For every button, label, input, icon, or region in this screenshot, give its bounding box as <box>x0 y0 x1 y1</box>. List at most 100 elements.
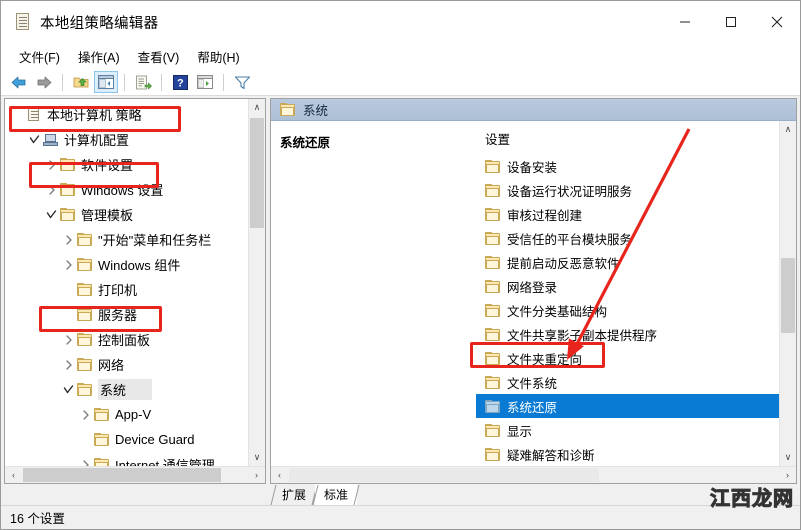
tree-item-windows-components[interactable]: Windows 组件 <box>5 252 248 277</box>
chevron-down-icon[interactable] <box>60 377 77 402</box>
chevron-right-icon[interactable] <box>43 152 60 177</box>
show-hide-tree-button[interactable] <box>94 71 118 93</box>
chevron-right-icon[interactable] <box>77 402 94 427</box>
list-item-display[interactable]: 显示 <box>476 418 779 442</box>
menu-file[interactable]: 文件(F) <box>10 45 69 68</box>
list-item-file-share-shadow-copy[interactable]: 文件共享影子副本提供程序 <box>476 322 779 346</box>
tree-item-printers[interactable]: 打印机 <box>5 277 248 302</box>
tree-hscroll-track[interactable] <box>22 467 248 483</box>
toolbar: ? <box>1 69 800 96</box>
list-item-label: 设备安装 <box>507 160 558 175</box>
tree-item-internet-communication-management[interactable]: Internet 通信管理 <box>5 452 248 466</box>
list-scroll-down-arrow[interactable]: ∨ <box>780 449 796 466</box>
tree-item-start-menu-taskbar[interactable]: "开始"菜单和任务栏 <box>5 227 248 252</box>
list-item-folder-redirection[interactable]: 文件夹重定向 <box>476 346 779 370</box>
menu-bar: 文件(F) 操作(A) 查看(V) 帮助(H) <box>1 43 800 69</box>
list-item-trusted-platform-module[interactable]: 受信任的平台模块服务 <box>476 226 779 250</box>
back-button[interactable] <box>7 71 31 93</box>
list-scroll-left-arrow[interactable]: ‹ <box>271 467 288 483</box>
close-button[interactable] <box>754 1 800 43</box>
minimize-button[interactable] <box>662 1 708 43</box>
folder-icon <box>485 447 501 461</box>
list-scroll-track[interactable] <box>780 138 796 449</box>
folder-icon <box>77 383 93 396</box>
folder-icon <box>485 327 501 341</box>
toolbar-separator <box>124 73 125 91</box>
filter-button[interactable] <box>230 71 254 93</box>
show-pane-button[interactable] <box>193 71 217 93</box>
list-hscroll-track[interactable] <box>288 467 779 483</box>
chevron-down-icon[interactable] <box>43 202 60 227</box>
tree-item-control-panel[interactable]: 控制面板 <box>5 327 248 352</box>
tab-extended[interactable]: 扩展 <box>273 484 316 505</box>
tree-item-administrative-templates[interactable]: 管理模板 <box>5 202 248 227</box>
tree-item-label: 本地计算机 策略 <box>47 108 142 123</box>
console-tree[interactable]: 本地计算机 策略计算机配置 软件设置 Windows 设置 管理模板 "开始"菜单和任务… <box>5 99 248 466</box>
tree-item-label: 网络 <box>98 358 125 373</box>
menu-action[interactable]: 操作(A) <box>69 45 129 68</box>
list-item-early-launch-antimalware[interactable]: 提前启动反恶意软件 <box>476 250 779 274</box>
tree-scroll-up-arrow[interactable]: ∧ <box>249 99 265 116</box>
list-item-label: 审核过程创建 <box>507 208 583 223</box>
tree-item-device-guard[interactable]: Device Guard <box>5 427 248 452</box>
tree-scroll-left-arrow[interactable]: ‹ <box>5 467 22 483</box>
list-scroll-right-arrow[interactable]: › <box>779 467 796 483</box>
help-button[interactable]: ? <box>168 71 192 93</box>
chevron-right-icon[interactable] <box>60 227 77 252</box>
watermark: 江西龙网 <box>710 482 794 511</box>
tree-item-local-computer-policy[interactable]: 本地计算机 策略 <box>5 102 248 127</box>
tab-standard[interactable]: 标准 <box>315 484 358 505</box>
tree-item-windows-settings[interactable]: Windows 设置 <box>5 177 248 202</box>
export-list-button[interactable] <box>131 71 155 93</box>
tree-horizontal-scrollbar[interactable]: ‹ › <box>5 466 265 483</box>
menu-view[interactable]: 查看(V) <box>129 45 189 68</box>
tree-vertical-scrollbar[interactable]: ∧ ∨ <box>248 99 265 466</box>
folder-icon <box>485 351 501 365</box>
chevron-right-icon[interactable] <box>60 352 77 377</box>
title-bar: 本地组策略编辑器 <box>1 1 800 43</box>
list-item-net-logon[interactable]: 网络登录 <box>476 274 779 298</box>
tree-item-system[interactable]: 系统 <box>5 377 248 402</box>
list-vertical-scrollbar[interactable]: ∧ ∨ <box>779 121 796 466</box>
list-item-filesystem[interactable]: 文件系统 <box>476 370 779 394</box>
tree-item-label: App-V <box>115 407 152 422</box>
chevron-right-icon[interactable] <box>77 452 94 466</box>
tree-scroll-down-arrow[interactable]: ∨ <box>249 449 265 466</box>
list-item-troubleshooting-diagnostics[interactable]: 疑难解答和诊断 <box>476 442 779 466</box>
list-horizontal-scrollbar[interactable]: ‹ › <box>271 466 796 483</box>
tree-scroll-track[interactable] <box>249 116 265 449</box>
list-item-label: 显示 <box>507 424 533 439</box>
maximize-button[interactable] <box>708 1 754 43</box>
tree-item-software-settings[interactable]: 软件设置 <box>5 152 248 177</box>
tree-hscroll-thumb[interactable] <box>23 468 221 482</box>
list-item-audit-process-creation[interactable]: 审核过程创建 <box>476 202 779 226</box>
list-item-system-restore[interactable]: 系统还原 <box>476 394 779 418</box>
menu-help[interactable]: 帮助(H) <box>188 45 248 68</box>
tree-item-computer-configuration[interactable]: 计算机配置 <box>5 127 248 152</box>
forward-button[interactable] <box>32 71 56 93</box>
tree-item-label: "开始"菜单和任务栏 <box>98 233 212 248</box>
tree-item-app-v[interactable]: App-V <box>5 402 248 427</box>
chevron-down-icon[interactable] <box>26 127 43 152</box>
list-hscroll-thumb[interactable] <box>289 468 599 482</box>
tree-item-network[interactable]: 网络 <box>5 352 248 377</box>
chevron-right-icon[interactable] <box>60 252 77 277</box>
settings-list[interactable]: 设置 设备安装 设备运行状况证明服务 审核过程创建 受信任的平台模块服务 提前启动反恶意… <box>476 121 779 466</box>
chevron-right-icon[interactable] <box>60 327 77 352</box>
tree-scroll-thumb[interactable] <box>250 118 264 228</box>
folder-icon <box>485 399 501 413</box>
list-item-device-health-attestation[interactable]: 设备运行状况证明服务 <box>476 178 779 202</box>
chevron-right-icon[interactable] <box>43 177 60 202</box>
list-item-file-classification[interactable]: 文件分类基础结构 <box>476 298 779 322</box>
console-tree-pane: 本地计算机 策略计算机配置 软件设置 Windows 设置 管理模板 "开始"菜单和任务… <box>4 98 266 484</box>
tree-scroll-right-arrow[interactable]: › <box>248 467 265 483</box>
details-description-column: 系统还原 <box>271 121 476 466</box>
list-item-device-installation[interactable]: 设备安装 <box>476 154 779 178</box>
svg-text:?: ? <box>177 77 184 89</box>
list-scroll-thumb[interactable] <box>781 258 795 333</box>
up-folder-button[interactable] <box>69 71 93 93</box>
list-scroll-up-arrow[interactable]: ∧ <box>780 121 796 138</box>
tree-item-label: Internet 通信管理 <box>115 458 215 466</box>
tree-item-server[interactable]: 服务器 <box>5 302 248 327</box>
